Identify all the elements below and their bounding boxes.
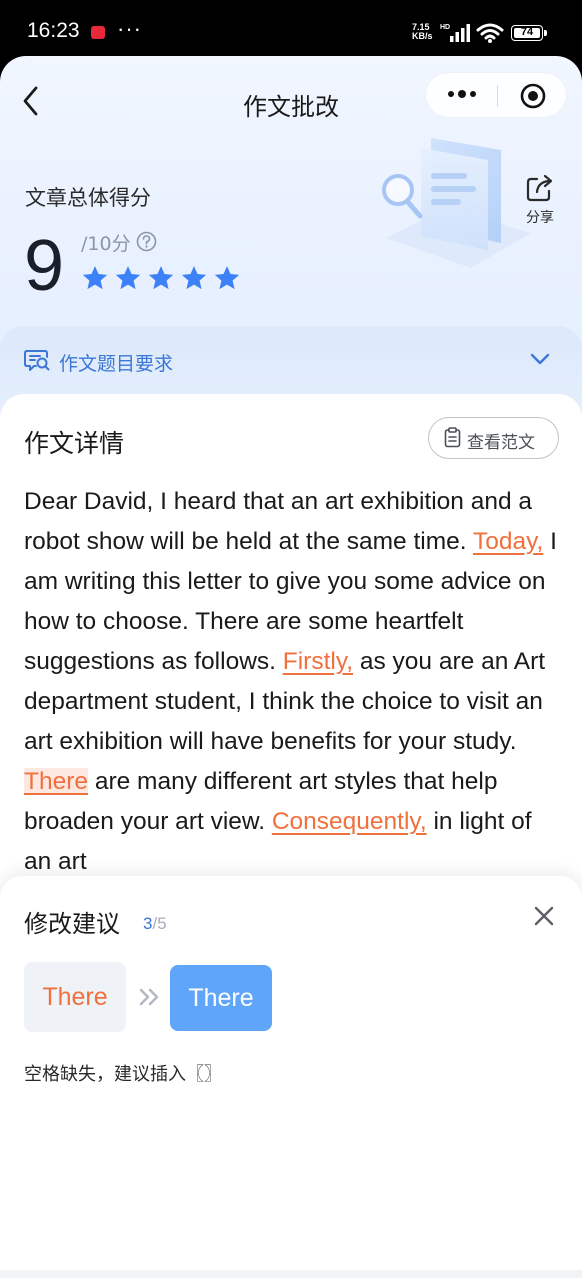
share-icon [526,174,553,202]
app-screen: 作文批改 文章总体得分 9 /10分 分享 作文题目要求 作文详情 查看范文 D… [0,56,582,1278]
score-label: 文章总体得分 [25,186,151,210]
status-time: 16:23 [27,19,80,42]
document-illustration [382,138,531,268]
suggestion-total: /5 [152,914,167,933]
bottom-bar [0,1270,582,1278]
network-speed: 7.15 KB/s [412,23,433,41]
suggestion-note: 空格缺失，建议插入〖〗 [24,1064,222,1085]
notification-app-icon [91,26,105,39]
battery-level: 74 [520,26,534,38]
chevron-down-icon[interactable] [529,351,551,367]
status-bar: 16:23 ··· 7.15 KB/s HD 74 [0,0,582,62]
error-word[interactable]: Firstly, [283,648,353,675]
help-icon[interactable] [136,231,157,252]
share-label: 分享 [526,210,554,226]
more-options-icon[interactable] [446,84,478,104]
battery-tip [544,30,547,36]
battery-icon: 74 [511,25,543,41]
capsule-divider [497,85,498,107]
share-button[interactable]: 分享 [521,173,559,233]
star-icon [82,266,108,290]
star-rating [81,264,241,292]
suggestion-sheet: 修改建议 3/5 There There 空格缺失，建议插入〖〗 [0,876,582,1278]
view-sample-label: 查看范文 [467,433,535,453]
original-word-chip: There [24,962,126,1032]
network-speed-unit: KB/s [412,31,433,41]
view-sample-button[interactable]: 查看范文 [428,417,559,459]
more-notifications-icon: ··· [117,16,142,41]
essay-body: Dear David, I heard that an art exhibiti… [24,482,564,877]
essay-section-title: 作文详情 [24,429,125,458]
error-word[interactable]: Today, [473,528,543,555]
close-program-icon[interactable] [520,83,546,109]
corrected-word-chip[interactable]: There [170,965,272,1031]
score-value: 9 [24,226,65,306]
mini-program-capsule [425,72,567,118]
star-icon [181,266,207,290]
suggestion-title: 修改建议 [24,910,120,938]
score-max: /10分 [81,233,131,255]
hd-indicator: HD [440,24,451,31]
error-word[interactable]: Consequently, [272,808,427,835]
error-word-selected[interactable]: There [24,768,89,795]
close-icon[interactable] [532,904,556,928]
star-icon [148,266,174,290]
requirements-label[interactable]: 作文题目要求 [59,349,173,376]
signal-icon [450,24,470,42]
wifi-icon [476,23,504,43]
star-icon [214,266,240,290]
suggestion-counter: 3/5 [143,914,167,934]
essay-text-segment: Dear David, I heard that an art exhibiti… [24,488,533,555]
clipboard-icon [444,427,461,448]
requirements-icon [24,350,50,371]
double-chevron-right-icon [139,988,159,1006]
star-icon [115,266,141,290]
